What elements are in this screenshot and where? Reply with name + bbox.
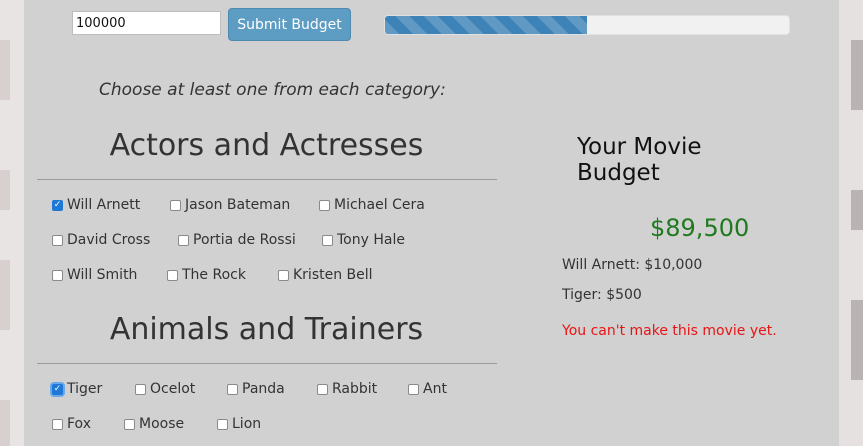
checkbox-david-cross[interactable]: David Cross (52, 230, 150, 250)
summary-line-item: Tiger: $500 (562, 287, 642, 303)
checkbox-label: Tiger (67, 381, 103, 397)
section-divider (37, 179, 497, 180)
right-backdrop (839, 0, 863, 446)
summary-line-item: Will Arnett: $10,000 (562, 257, 703, 273)
checkbox-label: Jason Bateman (185, 197, 291, 213)
checkbox-label: Fox (67, 416, 91, 432)
checkbox-will-arnett[interactable]: ✓ Will Arnett (52, 195, 140, 215)
checkbox-fox[interactable]: Fox (52, 414, 91, 434)
checkbox-label: Will Arnett (67, 197, 141, 213)
checkbox-label: Michael Cera (334, 197, 425, 213)
checkbox-box[interactable] (170, 199, 181, 211)
checkbox-label: Rabbit (332, 381, 378, 397)
checkbox-box[interactable] (217, 418, 228, 430)
checkbox-kristen-bell[interactable]: Kristen Bell (278, 265, 373, 285)
checkbox-label: Tony Hale (337, 232, 405, 248)
checkbox-box[interactable] (178, 234, 189, 246)
checkbox-box[interactable] (227, 383, 238, 395)
checkbox-will-smith[interactable]: Will Smith (52, 265, 137, 285)
section-title-animals: Animals and Trainers (109, 312, 424, 347)
checkbox-label: David Cross (67, 232, 151, 248)
checkbox-label: Panda (242, 381, 285, 397)
checkbox-box[interactable] (322, 234, 333, 246)
checkbox-portia-de-rossi[interactable]: Portia de Rossi (178, 230, 296, 250)
checkbox-box[interactable] (408, 383, 419, 395)
progress-fill (385, 16, 587, 34)
checkbox-label: Portia de Rossi (193, 232, 296, 248)
checkbox-label: Lion (232, 416, 262, 432)
checkbox-box[interactable] (167, 269, 178, 281)
checkbox-box[interactable] (278, 269, 289, 281)
checkbox-ocelot[interactable]: Ocelot (135, 379, 195, 399)
checkbox-box[interactable]: ✓ (52, 383, 63, 395)
checkbox-label: Kristen Bell (293, 267, 373, 283)
checkbox-michael-cera[interactable]: Michael Cera (319, 195, 425, 215)
checkbox-label: Ocelot (150, 381, 196, 397)
checkbox-box[interactable] (319, 199, 330, 211)
checkbox-the-rock[interactable]: The Rock (167, 265, 246, 285)
checkbox-box[interactable] (135, 383, 146, 395)
instructions-text: Choose at least one from each category: (99, 80, 446, 100)
section-divider (37, 363, 497, 364)
submit-budget-button[interactable]: Submit Budget (228, 8, 351, 41)
checkbox-moose[interactable]: Moose (124, 414, 184, 434)
budget-progress-bar (384, 15, 790, 35)
checkbox-jason-bateman[interactable]: Jason Bateman (170, 195, 290, 215)
budget-input[interactable] (72, 11, 221, 35)
checkbox-tiger[interactable]: ✓ Tiger (52, 379, 102, 399)
checkbox-box[interactable] (124, 418, 135, 430)
left-backdrop (0, 0, 24, 446)
checkbox-panda[interactable]: Panda (227, 379, 285, 399)
checkbox-box[interactable] (52, 418, 63, 430)
budget-total: $89,500 (650, 214, 750, 242)
checkbox-label: Moose (139, 416, 185, 432)
summary-title: Your Movie Budget (577, 134, 702, 186)
checkbox-ant[interactable]: Ant (408, 379, 447, 399)
checkbox-lion[interactable]: Lion (217, 414, 261, 434)
section-title-actors: Actors and Actresses (109, 128, 424, 163)
checkbox-box[interactable] (52, 269, 63, 281)
checkbox-rabbit[interactable]: Rabbit (317, 379, 377, 399)
main-panel: Submit Budget Choose at least one from e… (24, 0, 839, 446)
checkbox-label: Will Smith (67, 267, 138, 283)
checkbox-box[interactable] (317, 383, 328, 395)
checkbox-label: Ant (423, 381, 447, 397)
checkbox-label: The Rock (182, 267, 246, 283)
checkbox-tony-hale[interactable]: Tony Hale (322, 230, 405, 250)
checkbox-box[interactable] (52, 234, 63, 246)
checkbox-box[interactable]: ✓ (52, 199, 63, 211)
warning-message: You can't make this movie yet. (562, 323, 777, 339)
